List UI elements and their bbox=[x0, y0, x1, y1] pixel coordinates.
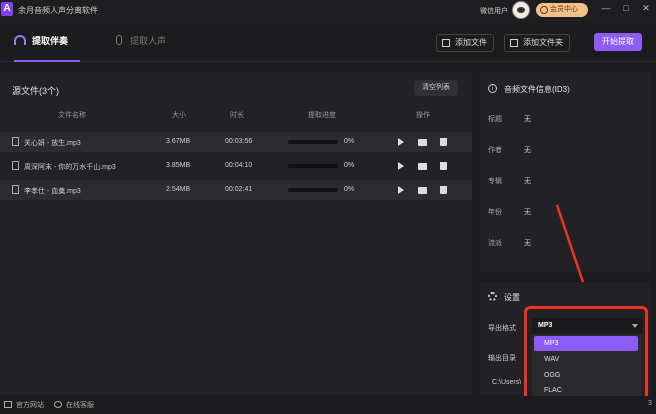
trash-icon[interactable] bbox=[440, 162, 447, 170]
folder-icon[interactable] bbox=[418, 187, 427, 194]
progress-text: 0% bbox=[344, 186, 355, 193]
output-path[interactable]: C:\Users\ bbox=[492, 379, 521, 386]
add-folder-label: 添加文件夹 bbox=[523, 38, 563, 47]
table-row[interactable]: 李孝仕 - 血奠.mp3 2.54MB 00:02:41 0% bbox=[0, 180, 472, 200]
file-duration: 00:03:56 bbox=[225, 138, 253, 145]
title-bar: A 余月音频人声分离软件 微信用户 会员中心 — □ ✕ bbox=[0, 0, 656, 22]
tab-extract-accompaniment[interactable]: 提取伴奏 bbox=[14, 34, 68, 47]
tab-label: 提取人声 bbox=[130, 36, 167, 46]
monitor-icon bbox=[4, 401, 12, 408]
trash-icon[interactable] bbox=[440, 138, 447, 146]
meta-value-genre: 无 bbox=[524, 240, 531, 247]
vip-icon bbox=[540, 6, 548, 14]
version-text: 3 bbox=[648, 400, 652, 407]
gear-icon bbox=[488, 292, 497, 301]
active-tab-indicator bbox=[14, 60, 80, 62]
add-file-icon bbox=[442, 39, 450, 47]
settings-title: 设置 bbox=[504, 293, 520, 302]
progress-bar bbox=[288, 188, 338, 192]
meta-value-album: 无 bbox=[524, 178, 531, 185]
progress-text: 0% bbox=[344, 162, 355, 169]
music-file-icon bbox=[12, 137, 19, 146]
play-icon[interactable] bbox=[398, 186, 404, 194]
music-file-icon bbox=[12, 185, 19, 194]
tab-bar: 提取伴奏 提取人声 添加文件 添加文件夹 开始提取 bbox=[0, 22, 656, 62]
add-file-label: 添加文件 bbox=[455, 38, 487, 47]
audio-info-panel: i 音频文件信息(ID3) 标题 无 作者 无 专辑 无 年份 无 流派 无 bbox=[480, 72, 650, 272]
progress-bar bbox=[288, 140, 338, 144]
official-website-label: 官方网站 bbox=[16, 402, 44, 409]
column-header-actions: 操作 bbox=[416, 112, 430, 119]
app-logo-icon: A bbox=[1, 2, 13, 16]
close-button[interactable]: ✕ bbox=[640, 3, 652, 14]
progress-text: 0% bbox=[344, 138, 355, 145]
avatar[interactable] bbox=[512, 1, 530, 19]
minimize-button[interactable]: — bbox=[600, 3, 612, 13]
clear-list-button[interactable]: 清空列表 bbox=[414, 80, 458, 96]
file-duration: 00:04:10 bbox=[225, 162, 253, 169]
output-dir-label: 输出目录 bbox=[488, 355, 516, 362]
file-panel-title: 源文件(3个) bbox=[12, 86, 59, 96]
online-support-link[interactable]: 在线客服 bbox=[54, 400, 94, 410]
play-icon[interactable] bbox=[398, 162, 404, 170]
table-row[interactable]: 关心妍 - 放生.mp3 3.67MB 00:03:56 0% bbox=[0, 132, 472, 152]
file-name: 关心妍 - 放生.mp3 bbox=[24, 140, 81, 147]
audio-info-title: 音频文件信息(ID3) bbox=[504, 85, 570, 94]
meta-label-year: 年份 bbox=[488, 209, 502, 216]
vip-button[interactable]: 会员中心 bbox=[536, 3, 588, 17]
start-extract-button[interactable]: 开始提取 bbox=[594, 33, 642, 51]
meta-label-album: 专辑 bbox=[488, 178, 502, 185]
column-header-progress: 提取进度 bbox=[308, 112, 336, 119]
folder-icon bbox=[510, 39, 518, 47]
tab-label: 提取伴奏 bbox=[32, 36, 69, 46]
play-icon[interactable] bbox=[398, 138, 404, 146]
online-support-label: 在线客服 bbox=[66, 402, 94, 409]
file-size: 3.85MB bbox=[166, 162, 191, 169]
file-size: 2.54MB bbox=[166, 186, 191, 193]
file-duration: 00:02:41 bbox=[225, 186, 253, 193]
file-name: 李孝仕 - 血奠.mp3 bbox=[24, 188, 81, 195]
column-header-name: 文件名称 bbox=[58, 112, 86, 119]
annotation-highlight-box bbox=[524, 306, 648, 406]
official-website-link[interactable]: 官方网站 bbox=[4, 400, 44, 410]
maximize-button[interactable]: □ bbox=[620, 3, 632, 13]
folder-icon[interactable] bbox=[418, 163, 427, 170]
file-size: 3.67MB bbox=[166, 138, 191, 145]
tab-extract-vocals[interactable]: 提取人声 bbox=[116, 34, 166, 47]
app-title: 余月音频人声分离软件 bbox=[18, 6, 98, 15]
file-name: 周深阿末 - 你的万水千山.mp3 bbox=[24, 164, 116, 171]
headset-icon bbox=[54, 401, 62, 408]
column-header-duration: 时长 bbox=[230, 112, 244, 119]
footer: 官方网站 在线客服 3 bbox=[0, 396, 656, 414]
meta-value-title: 无 bbox=[524, 116, 531, 123]
headphones-icon bbox=[14, 35, 26, 45]
user-name[interactable]: 微信用户 bbox=[480, 6, 508, 16]
microphone-icon bbox=[116, 35, 122, 45]
vip-label: 会员中心 bbox=[550, 6, 578, 13]
progress-bar bbox=[288, 164, 338, 168]
meta-label-title: 标题 bbox=[488, 116, 502, 123]
trash-icon[interactable] bbox=[440, 186, 447, 194]
info-icon: i bbox=[488, 84, 497, 93]
file-list-panel: 源文件(3个) 清空列表 文件名称 大小 时长 提取进度 操作 关心妍 - 放生… bbox=[0, 72, 472, 395]
add-folder-button[interactable]: 添加文件夹 bbox=[504, 34, 570, 52]
add-file-button[interactable]: 添加文件 bbox=[436, 34, 494, 52]
export-format-label: 导出格式 bbox=[488, 325, 516, 332]
meta-label-author: 作者 bbox=[488, 147, 502, 154]
meta-value-author: 无 bbox=[524, 147, 531, 154]
folder-icon[interactable] bbox=[418, 139, 427, 146]
meta-value-year: 无 bbox=[524, 209, 531, 216]
meta-label-genre: 流派 bbox=[488, 240, 502, 247]
table-row[interactable]: 周深阿末 - 你的万水千山.mp3 3.85MB 00:04:10 0% bbox=[0, 156, 472, 176]
music-file-icon bbox=[12, 161, 19, 170]
column-header-size: 大小 bbox=[172, 112, 186, 119]
